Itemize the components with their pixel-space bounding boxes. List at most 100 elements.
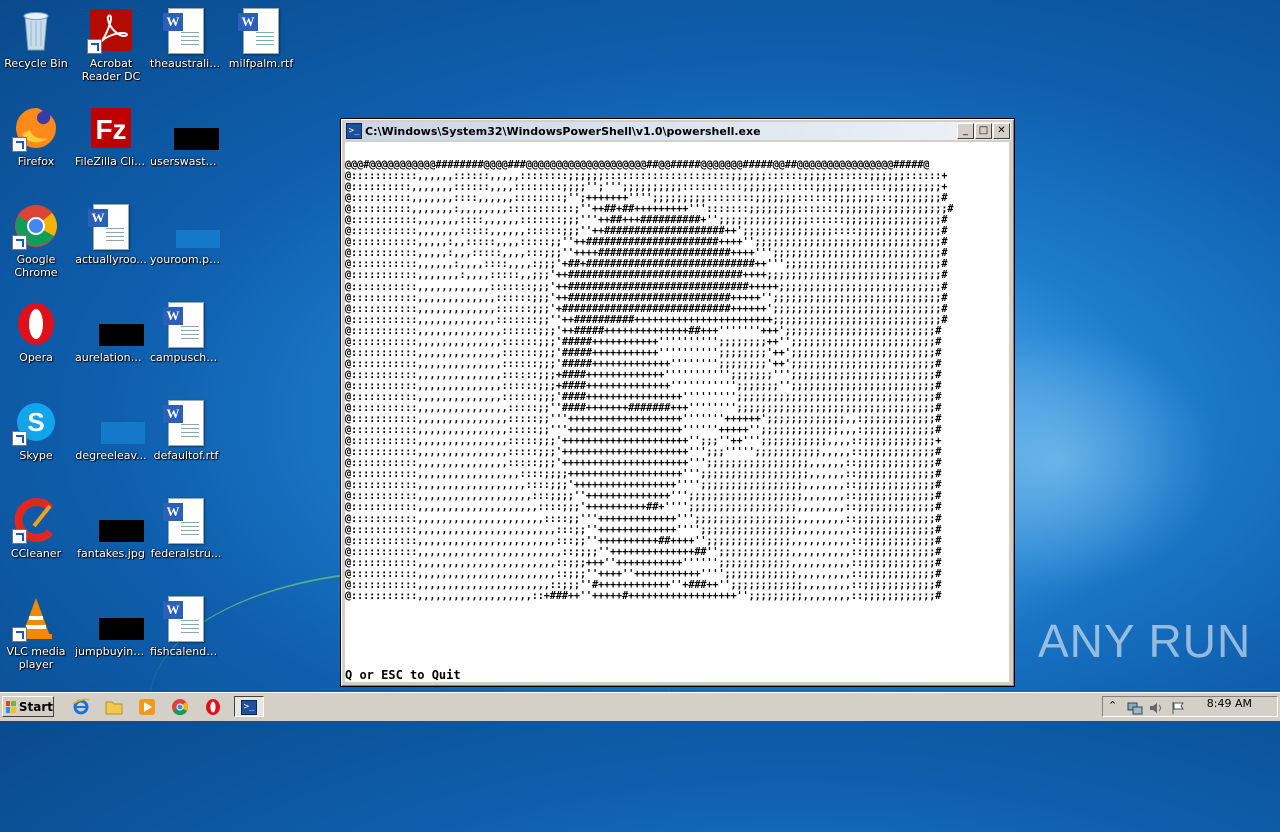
network-icon[interactable] [1127,700,1143,719]
word-document-icon: W [162,594,210,642]
show-hidden-icons-chevron-up-icon[interactable]: ⌃ [1108,699,1117,712]
window-title: C:\Windows\System32\WindowsPowerShell\v1… [365,124,761,138]
window-titlebar[interactable]: >_ C:\Windows\System32\WindowsPowerShell… [344,122,1011,140]
desktop-icon-label: VLC media player [6,645,66,671]
action-center-flag-icon[interactable] [1171,700,1185,719]
desktop-icon-degreeleav[interactable]: degreeleav... [75,398,147,462]
desktop-icon-campuschar[interactable]: W campuschar... [150,300,222,364]
volume-icon[interactable] [1148,700,1164,719]
desktop-icon-label: defaultof.rtf [153,449,219,462]
desktop-icon-label: fantakes.jpg [77,547,145,560]
word-document-icon: W [162,300,210,348]
shortcut-arrow-icon [12,431,27,446]
image-file-icon [87,300,144,348]
desktop-icon-opera[interactable]: Opera [0,300,72,364]
maximize-button[interactable]: □ [975,123,992,139]
internet-explorer-icon[interactable] [72,698,90,716]
desktop-icon-firefox[interactable]: Firefox [0,104,72,168]
windows-logo-icon [6,700,16,713]
shortcut-arrow-icon [12,627,27,642]
shortcut-arrow-icon [12,137,27,152]
taskbar-powershell-button[interactable]: >_ [234,696,264,717]
start-label: Start [18,699,53,714]
desktop-icon-aurelationsh[interactable]: aurelationsh... [75,300,147,364]
desktop-icon-label: Opera [19,351,53,364]
word-document-icon: W [162,398,210,446]
desktop-icon-acrobat[interactable]: Acrobat Reader DC [75,6,147,83]
shortcut-arrow-icon [12,529,27,544]
desktop-icon-label: Firefox [17,155,55,168]
opera-icon [12,300,60,348]
firefox-icon [12,104,60,152]
desktop-icon-filezilla[interactable]: Fz FileZilla Client [75,104,147,168]
desktop-icon-label: Skype [19,449,53,462]
desktop-icon-label: degreeleav... [75,449,147,462]
chrome-taskbar-icon[interactable] [171,698,189,716]
word-document-icon: W [87,202,135,250]
vlc-icon [12,594,60,642]
desktop-icon-jumpbuying[interactable]: jumpbuying... [75,594,147,658]
desktop-icon-fantakes[interactable]: fantakes.jpg [75,496,147,560]
chrome-icon [12,202,60,250]
system-clock[interactable]: 8:49 AM [1207,697,1252,710]
acrobat-icon [87,6,135,54]
desktop-icon-label: Acrobat Reader DC [81,57,141,83]
desktop-icon-fishcalendar[interactable]: W fishcalendar... [150,594,222,658]
image-file-icon [87,496,144,544]
ascii-art-output: @@@#@@@@@@@@@@@########@@@@###@@@@@@@@@@… [345,160,954,602]
console-output[interactable]: @@@#@@@@@@@@@@@########@@@@###@@@@@@@@@@… [345,142,1009,682]
desktop-icon-actuallyroo[interactable]: W actuallyroo... [75,202,147,266]
recycle-bin-icon [12,6,60,54]
svg-text:Fz: Fz [95,114,126,145]
desktop-icon-federalstru[interactable]: W federalstru... [150,496,222,560]
file-explorer-icon[interactable] [105,698,123,716]
anyrun-watermark: ANY RUN [1038,608,1251,674]
taskbar: Start >_ ⌃ 8:49 AM [0,692,1280,721]
desktop-icon-ccleaner[interactable]: CCleaner [0,496,72,560]
quit-hint: Q or ESC to Quit [345,668,461,682]
desktop-icon-label: jumpbuying... [75,645,147,658]
desktop-icon-label: aurelationsh... [75,351,147,364]
start-button[interactable]: Start [2,696,54,717]
desktop-icon-label: Google Chrome [14,253,58,279]
svg-text:S: S [27,407,44,437]
desktop-icon-vlc[interactable]: VLC media player [0,594,72,671]
filezilla-icon: Fz [87,104,135,152]
desktop-icon-label: theaustralia... [150,57,222,70]
desktop-icon-label: fishcalendar... [150,645,222,658]
powershell-window[interactable]: >_ C:\Windows\System32\WindowsPowerShell… [340,118,1015,687]
powershell-icon: >_ [346,123,362,139]
image-file-icon [162,202,220,250]
watermark-text: ANY RUN [1038,615,1252,667]
desktop-icon-youroom[interactable]: youroom.png [150,202,222,266]
window-controls: _ □ ✕ [957,123,1010,139]
desktop-icon-label: Recycle Bin [4,57,68,70]
desktop-icon-google-chrome[interactable]: Google Chrome [0,202,72,279]
close-button[interactable]: ✕ [993,123,1010,139]
word-document-icon: W [162,496,210,544]
desktop-icon-userswaste[interactable]: userswaste... [150,104,222,168]
desktop-icon-label: youroom.png [150,253,222,266]
powershell-icon: >_ [241,700,257,715]
ccleaner-icon [12,496,60,544]
desktop-icon-label: milfpalm.rtf [228,57,294,70]
shortcut-arrow-icon [87,39,102,54]
desktop-icon-label: FileZilla Client [75,155,147,168]
desktop-icon-skype[interactable]: S Skype [0,398,72,462]
desktop-icon-theaustralia[interactable]: W theaustralia... [150,6,222,70]
image-file-icon [87,594,144,642]
desktop-icon-label: campuschar... [150,351,222,364]
desktop-icon-defaultof[interactable]: W defaultof.rtf [150,398,222,462]
skype-icon: S [12,398,60,446]
minimize-button[interactable]: _ [957,123,974,139]
media-player-icon[interactable] [138,698,156,716]
word-document-icon: W [162,6,210,54]
shortcut-arrow-icon [12,235,27,250]
desktop-icon-recycle-bin[interactable]: Recycle Bin [0,6,72,70]
desktop-icon-label: CCleaner [10,547,62,560]
desktop-icon-label: actuallyroo... [75,253,147,266]
image-file-icon [162,104,219,152]
word-document-icon: W [237,6,285,54]
opera-taskbar-icon[interactable] [204,698,222,716]
desktop-icon-milfpalm[interactable]: W milfpalm.rtf [225,6,297,70]
